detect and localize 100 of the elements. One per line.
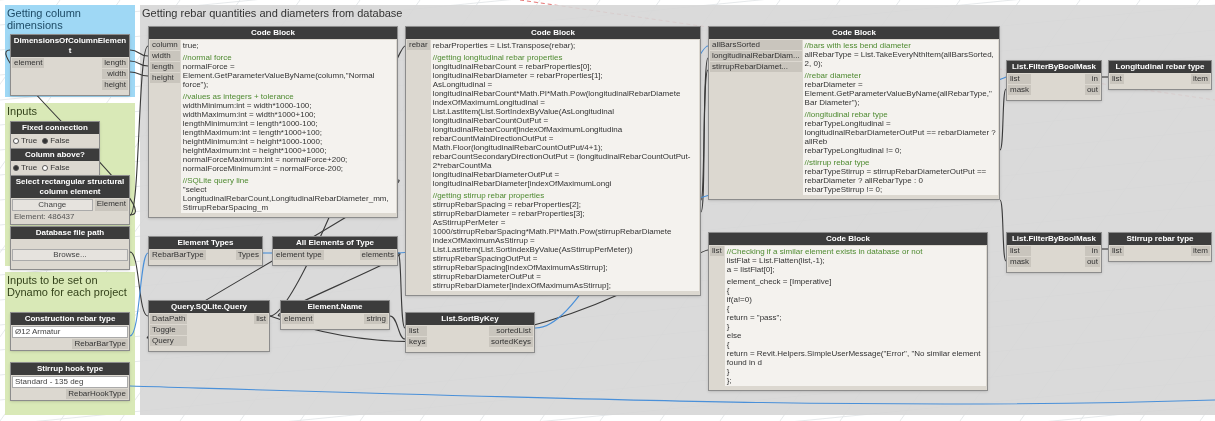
code-block-node[interactable] bbox=[405, 26, 701, 296]
radio-button[interactable] bbox=[13, 138, 19, 144]
code-line: return = "pass"; bbox=[726, 313, 783, 322]
input-port[interactable]: column bbox=[150, 40, 180, 50]
code-line: lengthMaximum:int = length*1000+100; bbox=[182, 128, 323, 137]
input-port[interactable]: longitudinalRebarDiam... bbox=[710, 51, 802, 61]
node[interactable]: Query.SQLite.Query DataPath Toggle Query list bbox=[148, 300, 270, 352]
input-port[interactable]: element bbox=[12, 58, 45, 68]
code-editor[interactable] bbox=[802, 40, 998, 195]
browse-button[interactable]: Browse... bbox=[12, 249, 128, 261]
output-port[interactable]: elements bbox=[359, 250, 396, 260]
node[interactable]: Construction rebar type Ø12 Armatur RebarBarType bbox=[10, 312, 130, 351]
input-port[interactable]: mask bbox=[1008, 257, 1032, 267]
input-port[interactable]: element bbox=[282, 314, 315, 324]
node-title: Query.SQLite.Query bbox=[149, 301, 269, 313]
change-button[interactable]: Change bbox=[12, 199, 93, 211]
code-line: } bbox=[726, 367, 731, 376]
node[interactable]: Column above? True False bbox=[10, 148, 100, 176]
node-title: Database file path bbox=[11, 227, 129, 239]
radio-button[interactable] bbox=[42, 165, 49, 171]
output-port[interactable]: in bbox=[1084, 246, 1100, 256]
node-title: Stirrup rebar type bbox=[1109, 233, 1211, 245]
output-port[interactable]: item bbox=[1190, 74, 1210, 84]
node-title: Construction rebar type bbox=[11, 313, 129, 325]
input-port[interactable]: list bbox=[1110, 246, 1124, 256]
output-port[interactable]: length bbox=[102, 58, 128, 68]
code-line: true; bbox=[182, 41, 200, 50]
node[interactable]: List.FilterByBoolMask list mask in out bbox=[1006, 60, 1102, 101]
input-port[interactable]: RebarBarType bbox=[150, 250, 206, 260]
input-port[interactable]: list bbox=[1110, 74, 1124, 84]
output-port[interactable]: sortedList bbox=[488, 326, 533, 336]
code-line: rebarCountMainDirectionOutPut = Math.Floor(longitudinalRebarCountOutPut/4+1); bbox=[432, 134, 604, 152]
output-port[interactable]: height bbox=[102, 80, 128, 90]
input-port[interactable]: list bbox=[1008, 74, 1032, 84]
node-title: List.SortByKey bbox=[406, 313, 534, 325]
output-port[interactable]: list bbox=[254, 314, 268, 324]
input-port[interactable]: list bbox=[1008, 246, 1032, 256]
dropdown[interactable]: Standard - 135 deg bbox=[12, 376, 128, 388]
node-title: Element.Name bbox=[281, 301, 389, 313]
radio-button[interactable] bbox=[42, 138, 49, 144]
input-port[interactable]: Toggle bbox=[150, 325, 188, 335]
code-comment: //stirrup rebar type bbox=[804, 158, 871, 167]
dropdown[interactable]: Ø12 Armatur bbox=[12, 326, 128, 338]
code-editor[interactable] bbox=[180, 40, 396, 213]
code-line: lengthMinimum:int = length*1000-100; bbox=[182, 119, 319, 128]
code-block-node[interactable] bbox=[708, 26, 1000, 200]
node[interactable]: Select rectangular structural column element Change Element Element: 486437 bbox=[10, 175, 130, 225]
input-port[interactable]: width bbox=[150, 51, 180, 61]
code-line: }; bbox=[726, 376, 733, 385]
code-editor[interactable] bbox=[430, 40, 699, 291]
node[interactable]: Longitudinal rebar type list item bbox=[1108, 60, 1212, 90]
output-port[interactable]: width bbox=[102, 69, 128, 79]
node[interactable]: List.SortByKey list keys sortedList sortedKeys bbox=[405, 312, 535, 353]
input-port[interactable]: keys bbox=[407, 337, 428, 347]
output-port[interactable]: Types bbox=[235, 250, 261, 260]
code-line: normalForceMinimum:int = normalForce-200; bbox=[182, 164, 345, 173]
output-port[interactable]: out bbox=[1084, 257, 1100, 267]
radio-label: True bbox=[21, 136, 38, 146]
output-port[interactable]: sortedKeys bbox=[488, 337, 533, 347]
node[interactable]: DimensionsOfColumnElement element length width height bbox=[10, 34, 130, 96]
output-port[interactable]: in bbox=[1084, 74, 1100, 84]
code-line: a = listFlat[0]; bbox=[726, 265, 776, 274]
code-line: stirrupRebarDiameter = rebarProperties[3]; bbox=[432, 209, 586, 218]
output-port[interactable]: RebarHookType bbox=[66, 389, 128, 399]
input-port[interactable]: list bbox=[407, 326, 428, 336]
output-port[interactable]: Element bbox=[94, 199, 128, 211]
node[interactable]: Database file path Browse... bbox=[10, 226, 130, 270]
code-block-node[interactable] bbox=[708, 232, 988, 391]
node[interactable]: Element Types RebarBarType Types bbox=[148, 236, 263, 266]
input-port[interactable]: Query bbox=[150, 336, 188, 346]
output-port[interactable]: string bbox=[364, 314, 388, 324]
input-port[interactable]: length bbox=[150, 62, 180, 72]
input-port[interactable]: rebar bbox=[407, 40, 430, 50]
node[interactable]: List.FilterByBoolMask list mask in out bbox=[1006, 232, 1102, 273]
code-block-node[interactable] bbox=[148, 26, 398, 218]
code-line: { bbox=[726, 340, 731, 349]
output-port[interactable]: out bbox=[1084, 85, 1100, 95]
code-line: heightMinimum:int = height*1000-1000; bbox=[182, 137, 324, 146]
input-port[interactable]: list bbox=[710, 246, 724, 256]
code-line: "select LongitudinalRebarCount,LongitudinalRebarDiameter_mm,StirrupRebarSpacing_m bbox=[182, 185, 390, 212]
radio-button[interactable] bbox=[13, 165, 19, 171]
input-port[interactable]: DataPath bbox=[150, 314, 188, 324]
node[interactable]: Stirrup hook type Standard - 135 deg RebarHookType bbox=[10, 362, 130, 401]
input-port[interactable]: allBarsSorted bbox=[710, 40, 802, 50]
code-line: widthMinimum:int = width*1000-100; bbox=[182, 101, 313, 110]
input-port[interactable]: stirrupRebarDiamet... bbox=[710, 62, 802, 72]
input-port[interactable]: mask bbox=[1008, 85, 1032, 95]
input-port[interactable]: element type bbox=[274, 250, 324, 260]
code-comment: //bars with less bend diameter bbox=[804, 41, 912, 50]
node[interactable]: Stirrup rebar type list item bbox=[1108, 232, 1212, 262]
input-port[interactable]: height bbox=[150, 73, 180, 83]
output-port[interactable]: item bbox=[1190, 246, 1210, 256]
code-comment: //normal force bbox=[182, 53, 233, 62]
node[interactable]: Fixed connection True False bbox=[10, 121, 100, 149]
node[interactable]: All Elements of Type element type elements bbox=[272, 236, 398, 266]
radio-label: False bbox=[50, 136, 70, 146]
code-line: normalForce = Element.GetParameterValueByName(column,"Normal force"); bbox=[182, 62, 376, 89]
node[interactable]: Element.Name element string bbox=[280, 300, 390, 330]
output-port[interactable]: RebarBarType bbox=[72, 339, 128, 349]
code-line: longitudinalRebarDiameter = rebarProperties[1]; bbox=[432, 71, 604, 80]
